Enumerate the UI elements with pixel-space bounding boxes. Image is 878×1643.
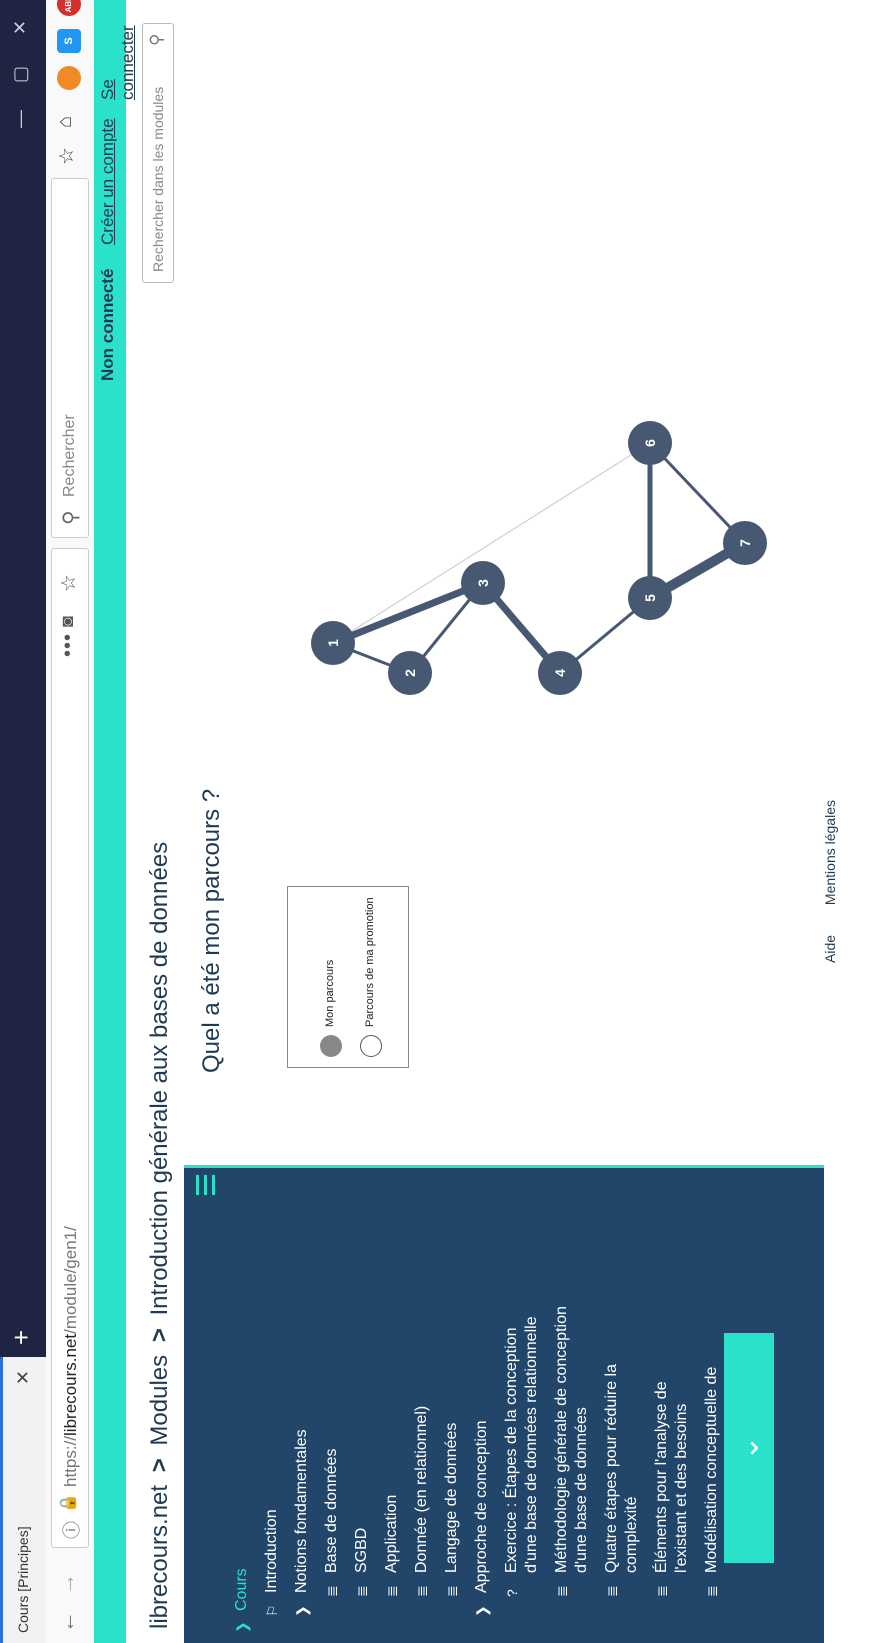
graph-node-label: 3	[475, 579, 491, 587]
graph-node-label: 7	[737, 539, 753, 547]
graph-node[interactable]: 6	[628, 421, 672, 465]
graph-node[interactable]: 7	[723, 521, 767, 565]
graph-node[interactable]: 4	[538, 651, 582, 695]
graph-node[interactable]: 1	[311, 621, 355, 665]
graph-node-label: 5	[642, 594, 658, 602]
legal-link[interactable]: Mentions légales	[822, 800, 838, 905]
graph-node-label: 6	[642, 439, 658, 447]
graph-node[interactable]: 2	[388, 651, 432, 695]
graph-node[interactable]: 5	[628, 576, 672, 620]
path-graph: 1 2 3 4 5 6 7	[311, 421, 767, 695]
footer: Aide Mentions légales	[822, 774, 838, 963]
help-link[interactable]: Aide	[822, 935, 838, 963]
graph-node-label: 1	[325, 639, 341, 647]
graph-node[interactable]: 3	[461, 561, 505, 605]
graph-node-label: 4	[552, 669, 568, 677]
screen: Cours [Principes] ✕ + — ▢ ✕ ← → ⓘ 🔒 http…	[0, 0, 878, 1643]
graph-node-label: 2	[402, 669, 418, 677]
graph-edge-promotion	[332, 442, 651, 644]
